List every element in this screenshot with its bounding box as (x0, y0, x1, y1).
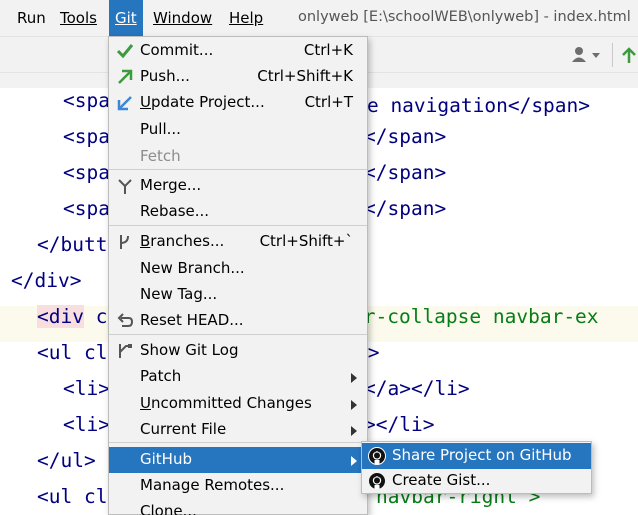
code-line-tail: </span> (364, 125, 447, 148)
git-menu-item-label: Patch (140, 367, 182, 385)
git-menu-item-commit[interactable]: Commit... Ctrl+K (109, 38, 367, 64)
git-menu-item-label: Update Project... (140, 93, 265, 111)
menu-git[interactable]: Git (109, 0, 143, 36)
git-menu-item-show-git-log[interactable]: Show Git Log (109, 338, 367, 364)
git-menu-item-pull[interactable]: Pull... (109, 117, 367, 143)
git-menu-item-branches[interactable]: Branches... Ctrl+Shift+` (109, 229, 367, 255)
code-line: <ul cl (37, 485, 108, 508)
git-menu-item-push[interactable]: Push... Ctrl+Shift+K (109, 64, 367, 90)
git-menu-item-label: New Tag... (140, 285, 218, 303)
git-menu-item-label: Manage Remotes... (140, 476, 285, 494)
code-line-tail: </span> (364, 197, 447, 220)
code-line: <li> (63, 413, 110, 436)
menu-tools-label: Tools (60, 9, 97, 27)
menu-help-label: Help (229, 9, 264, 27)
shortcut-label: Ctrl+Shift+` (259, 232, 353, 250)
git-menu-item-rebase[interactable]: Rebase... (109, 199, 367, 225)
menu-tools[interactable]: Tools (60, 9, 97, 27)
git-menu-item-uncommitted-changes[interactable]: Uncommitted Changes (109, 391, 367, 417)
merge-icon (116, 177, 134, 195)
git-menu-item-current-file[interactable]: Current File (109, 417, 367, 443)
vcs-update-icon[interactable] (620, 43, 638, 67)
menu-bar: Run Tools Git Window Help onlyweb [E:\sc… (0, 0, 638, 36)
code-line: </ul> (37, 449, 96, 472)
menu-window-label: Window (153, 9, 213, 27)
git-menu-item-label: Clone... (140, 502, 197, 515)
shortcut-label: Ctrl+T (304, 93, 353, 111)
git-log-icon (116, 342, 134, 360)
git-menu-item-label: New Branch... (140, 259, 245, 277)
git-menu-item-merge[interactable]: Merge... (109, 173, 367, 199)
code-line: <spa (63, 125, 110, 148)
shortcut-label: Ctrl+Shift+K (257, 67, 353, 85)
submenu-arrow-icon (351, 426, 357, 436)
git-menu-item-label: Branches... (140, 232, 225, 250)
update-arrow-icon (116, 94, 134, 112)
check-icon (116, 42, 134, 60)
menu-help[interactable]: Help (229, 9, 263, 27)
git-menu-item-update-project[interactable]: Update Project... Ctrl+T (109, 90, 367, 116)
git-menu-dropdown: Commit... Ctrl+K Push... Ctrl+Shift+K Update… (108, 36, 368, 515)
push-arrow-icon (116, 68, 134, 86)
github-icon (368, 447, 386, 465)
code-line: </butt (37, 233, 108, 256)
git-menu-item-label: Uncommitted Changes (140, 394, 312, 412)
git-menu-item-label: Commit... (140, 41, 214, 59)
code-line: </div> (11, 269, 82, 292)
reset-icon (116, 312, 134, 330)
git-menu-item-github[interactable]: GitHub (109, 447, 367, 473)
git-menu-item-label: GitHub (140, 450, 192, 468)
branch-icon (116, 233, 134, 251)
git-menu-item-label: Show Git Log (140, 341, 239, 359)
submenu-arrow-icon (351, 400, 357, 410)
code-line-tail: </span> (364, 161, 447, 184)
code-line: <ul cl (37, 341, 108, 364)
code-line: <div c (37, 305, 108, 328)
menu-separator (109, 225, 367, 226)
git-menu-item-label: Push... (140, 67, 190, 85)
git-menu-item-fetch: Fetch (109, 144, 367, 170)
menu-run[interactable]: Run (17, 9, 46, 27)
code-line: <spa (63, 197, 110, 220)
code-line: <li> (63, 377, 110, 400)
shortcut-label: Ctrl+K (303, 41, 353, 59)
git-menu-item-label: Reset HEAD... (140, 311, 244, 329)
submenu-arrow-icon (351, 373, 357, 383)
code-line-tail: </a></li> (364, 377, 470, 400)
github-icon (368, 472, 386, 490)
git-menu-item-label: Current File (140, 420, 227, 438)
submenu-arrow-icon (351, 456, 357, 466)
git-menu-item-patch[interactable]: Patch (109, 364, 367, 390)
github-submenu-item-label: Create Gist... (392, 471, 491, 489)
git-menu-item-new-tag[interactable]: New Tag... (109, 282, 367, 308)
user-dropdown-icon[interactable] (570, 45, 604, 65)
menu-git-label: Git (115, 9, 137, 27)
git-menu-item-label: Rebase... (140, 202, 210, 220)
code-line-tail: ar-collapse navbar-ex (352, 305, 599, 328)
git-menu-item-label: Fetch (140, 147, 181, 165)
github-submenu-item-create-gist[interactable]: Create Gist... (362, 468, 591, 494)
git-menu-item-label: Merge... (140, 176, 202, 194)
code-line-tail: ></li> (364, 413, 435, 436)
git-menu-item-new-branch[interactable]: New Branch... (109, 256, 367, 282)
menu-separator (109, 334, 367, 335)
window-title: onlyweb [E:\schoolWEB\onlyweb] - index.h… (298, 9, 631, 25)
toolbar-separator (612, 43, 613, 67)
git-menu-item-manage-remotes[interactable]: Manage Remotes... (109, 473, 367, 499)
github-submenu-item-share-project-on-github[interactable]: Share Project on GitHub (362, 443, 591, 469)
code-line: <spa (63, 89, 110, 112)
git-menu-item-clone[interactable]: Clone... (109, 499, 367, 515)
github-submenu-item-label: Share Project on GitHub (392, 446, 572, 464)
github-submenu: Share Project on GitHub Create Gist... (361, 441, 592, 494)
git-menu-item-label: Pull... (140, 120, 181, 138)
code-line: <spa (63, 161, 110, 184)
menu-window[interactable]: Window (153, 9, 212, 27)
git-menu-item-reset-head[interactable]: Reset HEAD... (109, 308, 367, 334)
